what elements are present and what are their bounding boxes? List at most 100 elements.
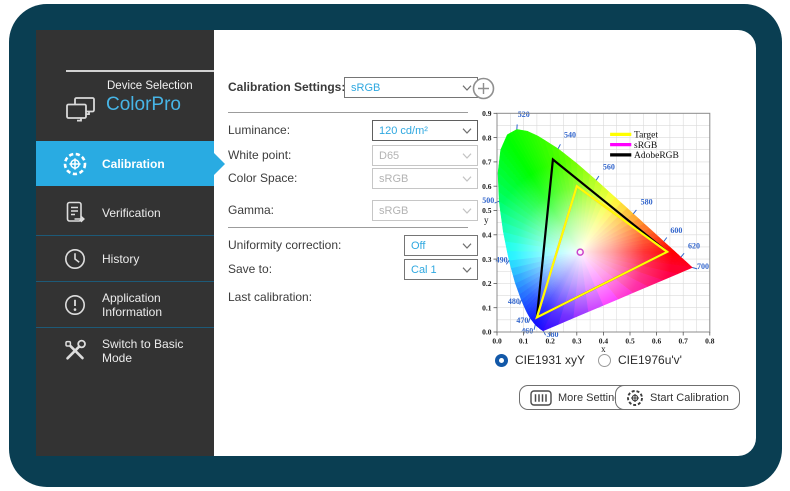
screenshot-canvas: Device Selection ColorPro Calibration Ve…	[0, 0, 790, 491]
luminance-select[interactable]: 120 cd/m²	[372, 120, 478, 141]
svg-text:600: 600	[670, 226, 682, 235]
uniformity-correction-value: Off	[411, 239, 426, 252]
luminance-row: Luminance: 120 cd/m²	[228, 120, 480, 141]
color-space-row: Color Space: sRGB	[228, 168, 480, 189]
svg-text:560: 560	[603, 163, 615, 172]
sidebar: Device Selection ColorPro Calibration Ve…	[36, 30, 214, 456]
svg-text:0.5: 0.5	[482, 206, 492, 215]
sidebar-item-history[interactable]: History	[36, 235, 214, 281]
gamma-row: Gamma: sRGB	[228, 200, 480, 221]
settings-panel-icon	[530, 389, 552, 406]
chevron-down-icon	[462, 84, 472, 91]
svg-text:0.8: 0.8	[705, 337, 715, 346]
svg-text:0.9: 0.9	[482, 109, 492, 118]
svg-text:540: 540	[564, 131, 576, 140]
device-selection-label: Device Selection	[107, 80, 193, 92]
sidebar-item-label: History	[102, 251, 140, 266]
calibration-settings-value: sRGB	[351, 81, 381, 94]
svg-text:0.5: 0.5	[625, 337, 635, 346]
radio-cie1976[interactable]: CIE1976u'v'	[598, 353, 682, 367]
gamma-label: Gamma:	[228, 203, 275, 217]
save-to-value: Cal 1	[411, 263, 437, 276]
sidebar-item-switch-basic-mode[interactable]: Switch to Basic Mode	[36, 327, 214, 373]
target-dial-icon	[62, 151, 88, 177]
chevron-down-icon	[462, 152, 472, 159]
calibration-settings-label: Calibration Settings:	[228, 80, 346, 94]
svg-text:0.6: 0.6	[652, 337, 662, 346]
svg-text:500: 500	[482, 196, 494, 205]
svg-text:0.7: 0.7	[679, 337, 689, 346]
start-calibration-button[interactable]: Start Calibration	[615, 385, 740, 410]
svg-text:0.1: 0.1	[519, 337, 529, 346]
app-window: Device Selection ColorPro Calibration Ve…	[36, 30, 756, 456]
chevron-down-icon	[462, 266, 472, 273]
svg-text:0.3: 0.3	[482, 255, 492, 264]
svg-text:580: 580	[641, 197, 653, 206]
radio-cie1931-label: CIE1931 xyY	[515, 353, 586, 367]
plus-circle-icon	[472, 77, 495, 100]
svg-text:0.8: 0.8	[482, 133, 492, 142]
save-to-label: Save to:	[228, 262, 273, 276]
svg-text:620: 620	[688, 242, 700, 251]
last-calibration-label: Last calibration:	[228, 290, 313, 304]
sidebar-item-calibration[interactable]: Calibration	[36, 141, 214, 186]
svg-text:0.0: 0.0	[492, 337, 502, 346]
svg-text:700: 700	[697, 262, 709, 271]
sidebar-item-label: Switch to Basic Mode	[102, 336, 184, 365]
chevron-down-icon	[462, 242, 472, 249]
color-space-label: Color Space:	[228, 171, 298, 185]
device-selection[interactable]: Device Selection ColorPro	[36, 78, 214, 130]
sidebar-nav: Calibration Verification History Applica…	[36, 141, 214, 373]
sidebar-item-verification[interactable]: Verification	[36, 190, 214, 235]
save-to-select[interactable]: Cal 1	[404, 259, 478, 280]
svg-text:0.2: 0.2	[482, 279, 492, 288]
color-space-value: sRGB	[379, 172, 409, 185]
save-to-row: Save to: Cal 1	[228, 259, 480, 280]
divider	[228, 227, 468, 228]
radio-cie1931[interactable]: CIE1931 xyY	[495, 353, 585, 367]
device-name: ColorPro	[106, 94, 181, 115]
svg-text:AdobeRGB: AdobeRGB	[634, 151, 679, 161]
target-dial-icon	[627, 389, 643, 406]
svg-text:460: 460	[521, 327, 533, 336]
svg-text:0.4: 0.4	[482, 231, 492, 240]
color-space-select[interactable]: sRGB	[372, 168, 478, 189]
divider	[228, 112, 468, 113]
info-circle-icon	[62, 293, 88, 317]
svg-text:470: 470	[516, 316, 528, 325]
gamma-select[interactable]: sRGB	[372, 200, 478, 221]
gamma-value: sRGB	[379, 204, 409, 217]
svg-text:480: 480	[508, 297, 520, 306]
white-point-value: D65	[379, 149, 400, 162]
start-calibration-label: Start Calibration	[650, 391, 729, 404]
clock-icon	[62, 247, 88, 271]
monitors-icon	[64, 96, 98, 129]
calibration-settings-select[interactable]: sRGB	[344, 77, 478, 98]
tools-icon	[62, 338, 88, 364]
svg-text:0.3: 0.3	[572, 337, 582, 346]
last-calibration-row: Last calibration:	[228, 287, 480, 308]
add-profile-button[interactable]	[472, 77, 495, 100]
svg-text:0.2: 0.2	[546, 337, 556, 346]
uniformity-correction-label: Uniformity correction:	[228, 238, 342, 252]
white-point-label: White point:	[228, 148, 292, 162]
svg-text:0.0: 0.0	[482, 328, 492, 337]
svg-text:0.6: 0.6	[482, 182, 492, 191]
luminance-value: 120 cd/m²	[379, 124, 428, 137]
svg-text:0.7: 0.7	[482, 158, 492, 167]
chevron-down-icon	[462, 207, 472, 214]
sidebar-item-label: Calibration	[102, 156, 165, 171]
sidebar-item-label: Application Information	[102, 290, 163, 319]
svg-text:0.1: 0.1	[482, 303, 492, 312]
sidebar-item-label: Verification	[102, 205, 161, 220]
cie-chromaticity-chart: 520540560580600620700500490480470460 3800…	[482, 109, 715, 354]
uniformity-correction-select[interactable]: Off	[404, 235, 478, 256]
sidebar-top-divider	[66, 70, 214, 72]
radio-selected-icon	[495, 353, 508, 367]
svg-text:Target: Target	[634, 131, 658, 141]
luminance-label: Luminance:	[228, 123, 291, 137]
chevron-down-icon	[462, 127, 472, 134]
white-point-select[interactable]: D65	[372, 145, 478, 166]
radio-unselected-icon	[598, 353, 611, 367]
sidebar-item-application-information[interactable]: Application Information	[36, 281, 214, 327]
